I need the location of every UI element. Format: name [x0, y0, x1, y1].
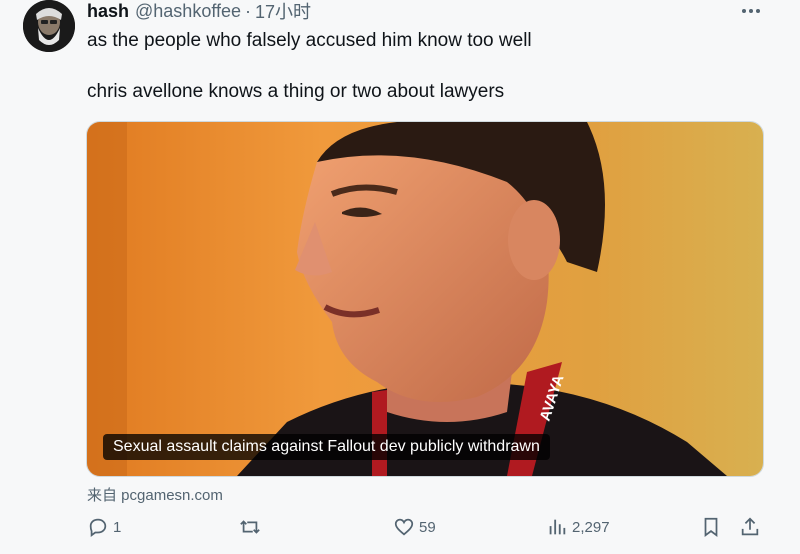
analytics-icon — [549, 519, 566, 535]
view-count: 2,297 — [572, 518, 610, 536]
avatar-image — [23, 0, 75, 52]
media-image: AVAYA — [87, 122, 763, 476]
author-handle[interactable]: @hashkoffee — [135, 1, 241, 22]
heart-icon — [394, 518, 414, 536]
tweet-actions: 1 59 2,297 — [0, 516, 800, 546]
bookmark-icon — [704, 517, 718, 537]
avatar[interactable] — [23, 0, 75, 52]
share-icon — [741, 517, 759, 536]
bookmark-button[interactable] — [700, 516, 722, 538]
tweet-text-line-1: as the people who falsely accused him kn… — [87, 30, 532, 51]
ellipsis-icon[interactable] — [740, 2, 762, 20]
tweet-time[interactable]: 17小时 — [255, 0, 311, 24]
link-card-media[interactable]: AVAYA Sexual assault claims against Fall… — [86, 121, 764, 477]
like-count: 59 — [419, 518, 436, 536]
tweet-header: hash @hashkoffee · 17小时 — [87, 0, 311, 24]
author-name[interactable]: hash — [87, 1, 129, 22]
retweet-button[interactable] — [239, 516, 265, 538]
reply-count: 1 — [113, 518, 122, 536]
reply-button[interactable]: 1 — [87, 516, 121, 538]
reply-icon — [89, 518, 107, 537]
tweet[interactable]: hash @hashkoffee · 17小时 as the people wh… — [0, 0, 800, 554]
retweet-icon — [240, 520, 260, 534]
media-caption: Sexual assault claims against Fallout de… — [103, 434, 550, 460]
share-button[interactable] — [739, 516, 761, 538]
views-button[interactable]: 2,297 — [546, 516, 610, 538]
like-button[interactable]: 59 — [393, 516, 436, 538]
link-source[interactable]: 来自 pcgamesn.com — [87, 484, 223, 505]
tweet-text-line-2: chris avellone knows a thing or two abou… — [87, 81, 505, 102]
header-separator: · — [245, 0, 252, 21]
